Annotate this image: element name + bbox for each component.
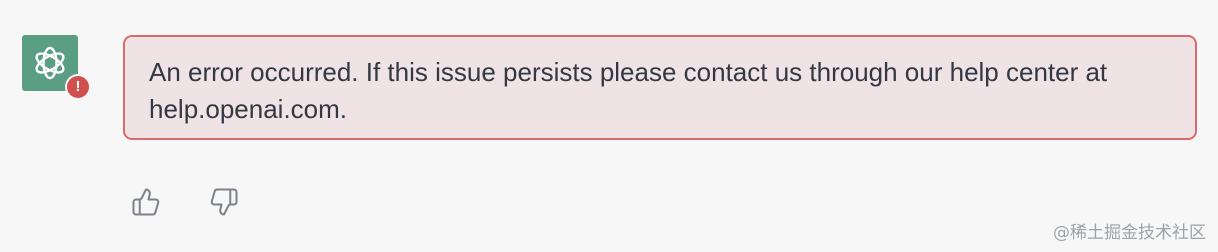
thumbs-down-button[interactable] bbox=[208, 185, 240, 219]
thumbs-up-icon bbox=[132, 188, 160, 216]
error-message-text: An error occurred. If this issue persist… bbox=[149, 57, 1108, 124]
thumbs-up-button[interactable] bbox=[130, 185, 162, 219]
avatar-wrap: ! bbox=[22, 35, 91, 103]
exclamation-icon: ! bbox=[67, 76, 89, 98]
error-message-box: An error occurred. If this issue persist… bbox=[123, 35, 1197, 140]
feedback-bar bbox=[130, 185, 240, 219]
openai-logo-icon bbox=[35, 46, 65, 80]
watermark: @稀土掘金技术社区 bbox=[1053, 223, 1206, 243]
error-badge: ! bbox=[65, 74, 91, 100]
thumbs-down-icon bbox=[210, 188, 238, 216]
